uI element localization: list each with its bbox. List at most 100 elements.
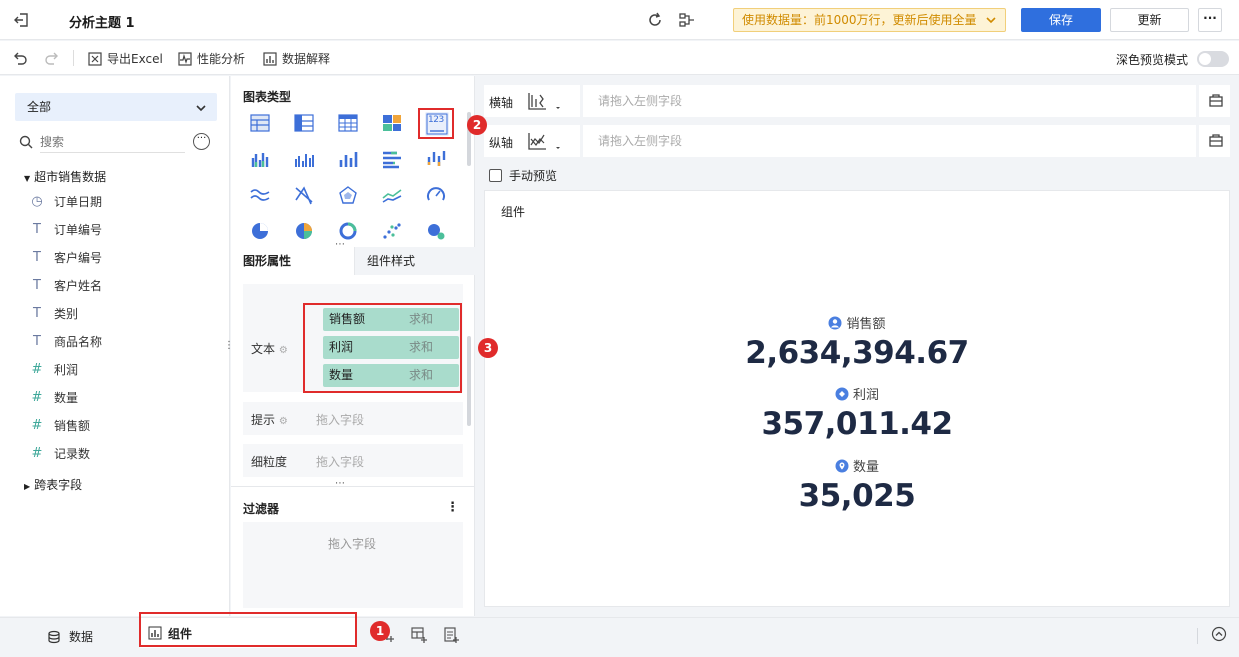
scope-select[interactable]: 全部 (15, 93, 217, 121)
field-item[interactable]: T 类别 (30, 303, 78, 323)
resize-handle[interactable]: ⋯ (335, 239, 346, 250)
tab-component-style[interactable]: 组件样式 (354, 247, 475, 275)
update-button[interactable]: 更新 (1110, 8, 1189, 32)
undo-icon[interactable] (12, 50, 28, 66)
collapse-up-icon[interactable] (1211, 626, 1227, 642)
field-pill[interactable]: 数量 求和 (323, 364, 459, 387)
text-field-zone[interactable]: 文本 ⚙ 销售额 求和 利润 求和 数量 求和 (243, 284, 463, 392)
scatter-chart-icon[interactable] (381, 220, 403, 242)
checkbox[interactable] (489, 169, 502, 182)
kpi-label-text: 利润 (852, 388, 879, 403)
grouped-bar-chart-icon[interactable] (249, 148, 271, 170)
kpi-label-text: 销售额 (846, 317, 886, 332)
data-usage-dropdown[interactable]: 使用数据量：前1000万行，更新后使用全量 (733, 8, 1006, 32)
wave-line-chart-icon[interactable] (249, 184, 271, 206)
field-item[interactable]: ◷ 订单日期 (30, 191, 102, 211)
field-name: 订单编号 (54, 222, 103, 237)
toolbox-icon (1209, 134, 1223, 147)
drag-field-hint: 拖入字段 (316, 413, 365, 427)
field-name: 利润 (54, 362, 79, 377)
treemap-chart-icon[interactable] (381, 112, 403, 134)
add-report-icon[interactable] (442, 626, 460, 644)
field-name: 客户编号 (54, 250, 103, 265)
text-T-icon: T (33, 333, 41, 349)
y-axis-mode-icon[interactable] (526, 131, 560, 153)
bar-chart-icon[interactable] (337, 148, 359, 170)
horizontal-bar-chart-icon[interactable] (381, 148, 403, 170)
field-name: 数量 (54, 390, 79, 405)
cross-table-node[interactable]: ▶ 跨表字段 (24, 476, 82, 493)
hash-icon: # (31, 361, 43, 377)
performance-analysis-button[interactable]: 性能分析 (178, 50, 245, 67)
dataset-node[interactable]: ▼ 超市销售数据 (24, 168, 106, 185)
detail-table-chart-icon[interactable] (337, 112, 359, 134)
manual-preview-checkbox[interactable]: 手动预览 (489, 167, 557, 184)
search-icon (18, 134, 34, 150)
data-explain-label: 数据解释 (282, 52, 331, 66)
redo-icon[interactable] (44, 50, 60, 66)
add-dashboard-icon[interactable] (410, 626, 428, 644)
pulse-chart-icon (178, 51, 192, 66)
filter-more-icon[interactable]: ⋮ (446, 500, 459, 515)
data-explain-button[interactable]: 数据解释 (263, 50, 330, 67)
range-bar-chart-icon[interactable] (425, 148, 447, 170)
save-button[interactable]: 保存 (1021, 8, 1101, 32)
field-item[interactable]: T 客户姓名 (30, 275, 102, 295)
table-chart-icon[interactable] (249, 112, 271, 134)
tab-graphic-properties[interactable]: 图形属性 (231, 247, 354, 275)
export-excel-button[interactable]: 导出Excel (88, 50, 163, 67)
property-scrollbar[interactable] (467, 336, 471, 426)
field-item[interactable]: # 数量 (30, 387, 78, 407)
tab-widget[interactable]: 组件 (140, 618, 356, 648)
area-line-chart-icon[interactable] (381, 184, 403, 206)
dark-preview-toggle[interactable] (1197, 51, 1229, 67)
x-axis-mode-icon[interactable] (526, 91, 560, 113)
field-item[interactable]: T 订单编号 (30, 219, 102, 239)
cross-table-label: 跨表字段 (34, 478, 83, 492)
field-item[interactable]: T 商品名称 (30, 331, 102, 351)
crossing-line-chart-icon[interactable] (293, 184, 315, 206)
field-item[interactable]: T 客户编号 (30, 247, 102, 267)
dark-preview-label: 深色预览模式 (1116, 53, 1189, 67)
bubble-chart-icon[interactable] (425, 220, 447, 242)
y-axis-drop-zone[interactable]: 请拖入左侧字段 (580, 125, 1193, 157)
tab-data[interactable]: 数据 (47, 628, 93, 645)
divider (73, 50, 74, 66)
manual-preview-label: 手动预览 (509, 169, 558, 183)
more-options-icon[interactable]: ··· (193, 133, 210, 150)
cross-table-chart-icon[interactable] (293, 112, 315, 134)
x-axis-drop-zone[interactable]: 请拖入左侧字段 (580, 85, 1193, 117)
diamond-circle-icon (835, 387, 849, 401)
tooltip-field-zone[interactable]: 提示 ⚙ 拖入字段 (243, 402, 463, 435)
export-excel-label: 导出Excel (107, 52, 163, 66)
kpi-chart-icon-text: 123 (428, 115, 444, 125)
kpi-chart-icon[interactable]: 123 (425, 112, 449, 136)
more-menu-button[interactable]: ··· (1198, 8, 1222, 32)
field-item[interactable]: # 记录数 (30, 443, 90, 463)
field-item[interactable]: # 销售额 (30, 415, 90, 435)
field-pill[interactable]: 利润 求和 (323, 336, 459, 359)
refresh-icon[interactable] (645, 10, 665, 30)
radar-chart-icon[interactable] (337, 184, 359, 206)
gauge-chart-icon[interactable] (425, 184, 447, 206)
pie-chart-icon[interactable] (249, 220, 271, 242)
multi-pie-chart-icon[interactable] (293, 220, 315, 242)
field-pill-aggregation: 求和 (408, 368, 433, 382)
field-pill[interactable]: 销售额 求和 (323, 308, 459, 331)
text-T-icon: T (33, 249, 41, 265)
x-axis-settings-button[interactable] (1196, 85, 1230, 117)
exit-icon[interactable] (12, 10, 32, 30)
field-name: 订单日期 (54, 194, 103, 209)
resize-handle[interactable]: ⋯ (335, 478, 346, 489)
divider (231, 486, 475, 487)
granularity-field-zone[interactable]: 细粒度 拖入字段 (243, 444, 463, 477)
hash-icon: # (31, 389, 43, 405)
y-axis-settings-button[interactable] (1196, 125, 1230, 157)
lineage-icon[interactable] (677, 10, 697, 30)
multi-bar-chart-icon[interactable] (293, 148, 315, 170)
field-item[interactable]: # 利润 (30, 359, 78, 379)
text-T-icon: T (33, 277, 41, 293)
search-input[interactable] (40, 131, 185, 153)
x-axis-label: 横轴 (489, 96, 514, 110)
y-axis-label: 纵轴 (489, 136, 514, 150)
